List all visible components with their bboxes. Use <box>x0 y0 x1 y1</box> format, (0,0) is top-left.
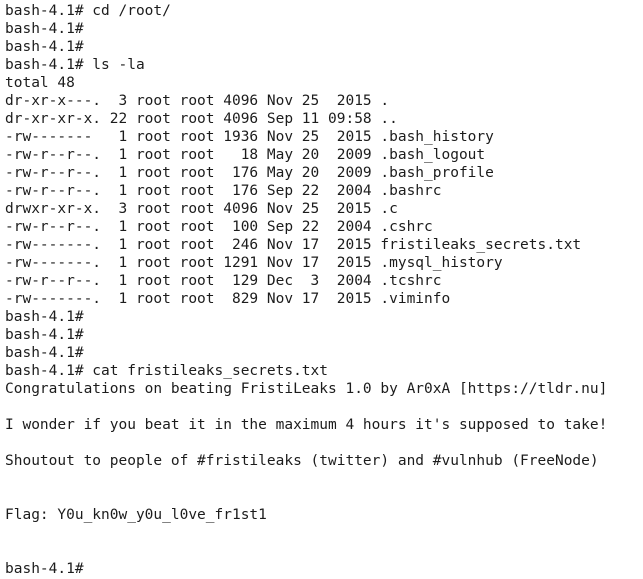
terminal-output: bash-4.1# cd /root/ bash-4.1# bash-4.1# … <box>5 2 607 578</box>
terminal-line: total 48 <box>5 75 75 91</box>
file-content-line <box>5 542 607 560</box>
terminal-window[interactable]: bash-4.1# cd /root/ bash-4.1# bash-4.1# … <box>0 0 643 579</box>
file-listing-row: -rw-r--r--. 1 root root 129 Dec 3 2004 .… <box>5 273 442 289</box>
terminal-line: bash-4.1# ls -la <box>5 57 145 73</box>
terminal-line: bash-4.1# <box>5 345 84 361</box>
file-listing-row: dr-xr-xr-x. 22 root root 4096 Sep 11 09:… <box>5 111 398 127</box>
terminal-prompt[interactable]: bash-4.1# <box>5 560 607 578</box>
terminal-line: bash-4.1# <box>5 327 84 343</box>
file-listing-row: -rw-r--r--. 1 root root 176 May 20 2009 … <box>5 165 494 181</box>
terminal-line: bash-4.1# <box>5 21 84 37</box>
file-content-line: Shoutout to people of #fristileaks (twit… <box>5 453 599 469</box>
file-content-line: I wonder if you beat it in the maximum 4… <box>5 417 608 433</box>
terminal-line: bash-4.1# cat fristileaks_secrets.txt <box>5 363 329 379</box>
file-content-line <box>5 488 607 506</box>
file-listing-row: -rw-------. 1 root root 1291 Nov 17 2015… <box>5 255 503 271</box>
file-listing-row: dr-xr-x---. 3 root root 4096 Nov 25 2015… <box>5 93 390 109</box>
file-listing-row: -rw------- 1 root root 1936 Nov 25 2015 … <box>5 129 494 145</box>
file-content-line <box>5 524 607 542</box>
file-content-line <box>5 398 607 416</box>
file-content-line: Congratulations on beating FristiLeaks 1… <box>5 381 608 397</box>
terminal-line: bash-4.1# cd /root/ <box>5 3 171 19</box>
terminal-line: bash-4.1# <box>5 309 84 325</box>
file-content-line <box>5 434 607 452</box>
terminal-line: bash-4.1# <box>5 39 84 55</box>
file-listing-row: -rw-r--r--. 1 root root 100 Sep 22 2004 … <box>5 219 433 235</box>
flag-line: Flag: Y0u_kn0w_y0u_l0ve_fr1st1 <box>5 507 267 523</box>
file-content-line <box>5 470 607 488</box>
file-listing-row: -rw-r--r--. 1 root root 176 Sep 22 2004 … <box>5 183 442 199</box>
file-listing-row: -rw-r--r--. 1 root root 18 May 20 2009 .… <box>5 147 486 163</box>
file-listing-row: -rw-------. 1 root root 829 Nov 17 2015 … <box>5 291 451 307</box>
file-listing-row: drwxr-xr-x. 3 root root 4096 Nov 25 2015… <box>5 201 398 217</box>
file-listing-row: -rw-------. 1 root root 246 Nov 17 2015 … <box>5 237 582 253</box>
